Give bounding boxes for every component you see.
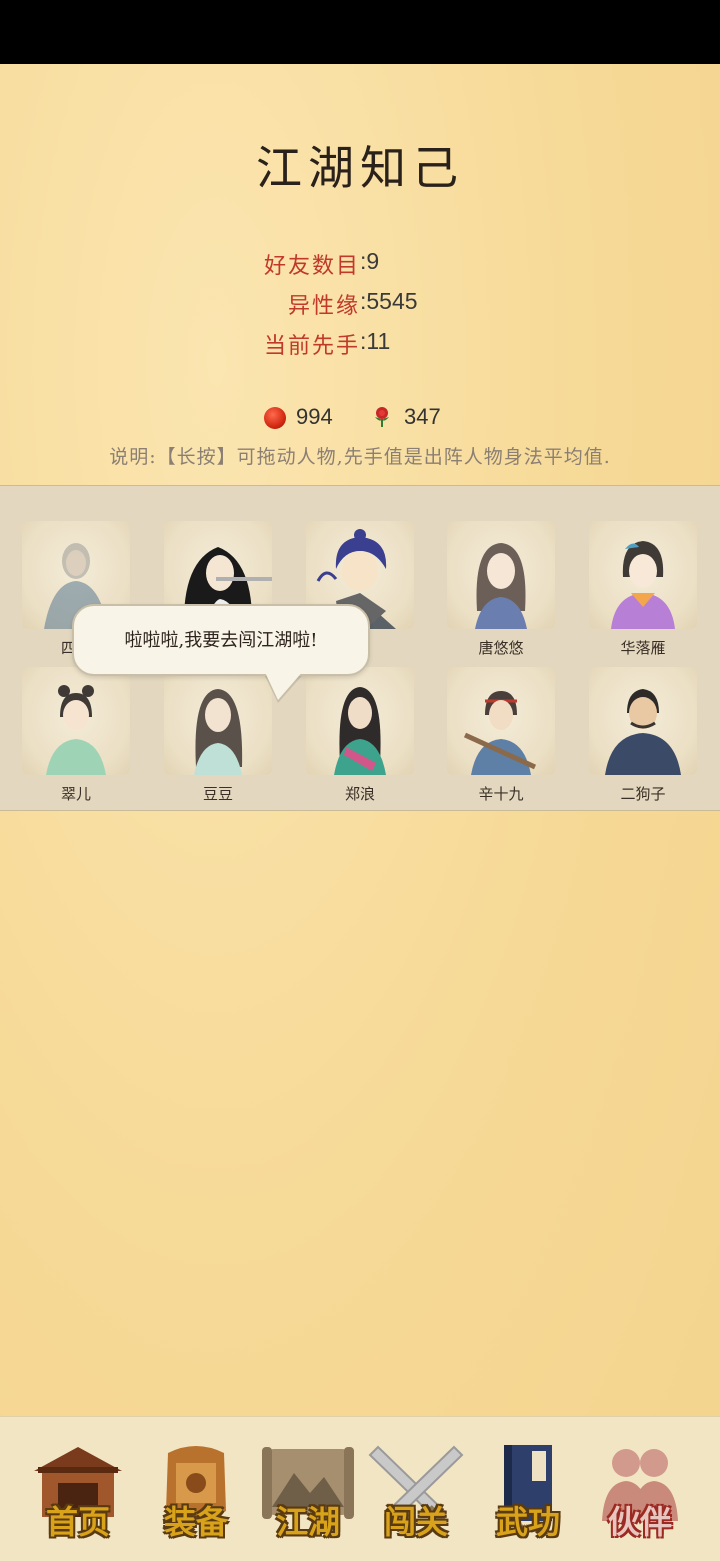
companion-card[interactable]: 翠儿 [22, 667, 132, 807]
speech-bubble: 啦啦啦,我要去闯江湖啦! [72, 604, 370, 676]
nav-martial-arts[interactable]: 武功 [478, 1437, 578, 1541]
nav-companions[interactable]: 伙伴 [590, 1437, 690, 1541]
nav-challenge-label: 闯关 [383, 1503, 448, 1541]
coin-pouch-icon [264, 407, 286, 429]
nav-home-label: 首页 [45, 1503, 110, 1541]
nav-jianghu-label: 江湖 [275, 1503, 340, 1541]
companion-name: 唐悠悠 [478, 639, 524, 657]
page-title: 江湖知己 [256, 141, 464, 195]
nav-martial-arts-label: 武功 [495, 1503, 560, 1541]
companion-portrait [447, 521, 555, 629]
companions-page: 江湖知己 好友数目 :9 异性缘 :5545 当前先手 :11 994 347 … [0, 64, 720, 1561]
status-bar [0, 0, 720, 64]
speech-bubble-tail-fill [264, 670, 304, 700]
companion-portrait [22, 667, 130, 775]
companion-card[interactable]: 二狗子 [589, 667, 699, 807]
friend-count-label: 好友数目 [263, 254, 360, 279]
companion-name: 华落雁 [620, 639, 666, 657]
rose-icon [375, 407, 389, 427]
speech-bubble-text: 啦啦啦,我要去闯江湖啦! [124, 630, 318, 651]
charm-label: 异性缘 [287, 294, 360, 319]
rose-count: 347 [404, 404, 441, 429]
companion-portrait [306, 667, 414, 775]
companion-card[interactable]: 郑浪 [306, 667, 416, 807]
instructions-note: 说明:【长按】可拖动人物,先手值是出阵人物身法平均值. [109, 446, 611, 468]
charm-value: :5545 [360, 288, 418, 314]
companion-card[interactable]: 豆豆 [164, 667, 274, 807]
initiative-value: :11 [360, 328, 391, 354]
companion-portrait [589, 667, 697, 775]
companion-portrait [164, 667, 272, 775]
nav-jianghu[interactable]: 江湖 [258, 1437, 358, 1541]
nav-challenge[interactable]: 闯关 [366, 1437, 466, 1541]
companion-name: 翠儿 [60, 785, 91, 803]
nav-home[interactable]: 首页 [28, 1437, 128, 1541]
companion-portrait [589, 521, 697, 629]
companion-name: 辛十九 [478, 785, 524, 803]
companion-name: 二狗子 [620, 785, 666, 803]
companion-name: 郑浪 [344, 785, 375, 803]
friend-count-value: :9 [360, 248, 380, 274]
companion-card[interactable]: 辛十九 [447, 667, 557, 807]
companion-portrait [447, 667, 555, 775]
nav-companions-label: 伙伴 [607, 1503, 672, 1541]
companion-card[interactable]: 华落雁 [589, 521, 699, 661]
initiative-label: 当前先手 [263, 334, 360, 359]
coin-count: 994 [296, 404, 333, 429]
companion-card[interactable]: 唐悠悠 [447, 521, 557, 661]
nav-equipment[interactable]: 装备 [146, 1437, 246, 1541]
nav-equipment-label: 装备 [163, 1503, 228, 1541]
bottom-nav: 首页 装备 江湖 闯关 武功 伙伴 [0, 1416, 720, 1561]
companion-name: 豆豆 [202, 785, 233, 803]
